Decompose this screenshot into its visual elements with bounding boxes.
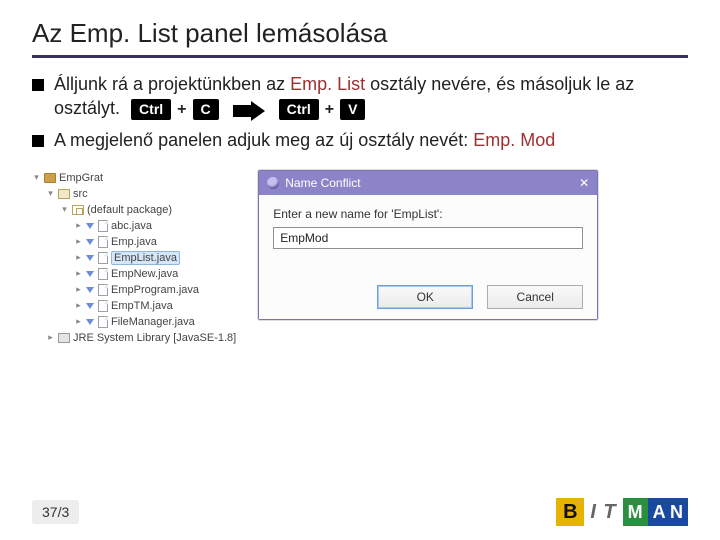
cancel-button[interactable]: Cancel [487,285,583,309]
key-ctrl-1: Ctrl [131,99,171,120]
tree-file-label: Emp.java [111,236,157,248]
java-file-icon [98,220,108,232]
bullet-marker [32,135,44,147]
tree-library[interactable]: ▸ JRE System Library [JavaSE-1.8] [32,330,236,346]
chevron-down-icon [86,303,94,309]
library-icon [58,333,70,343]
chevron-down-icon [86,319,94,325]
java-file-icon [98,300,108,312]
project-tree: ▾ EmpGrat ▾ src ▾ (default package) ▸abc… [32,170,236,346]
package-icon [72,205,84,215]
plus-2: + [323,99,336,121]
chevron-down-icon [86,255,94,261]
chevron-down-icon [86,287,94,293]
tree-package-label: (default package) [87,204,172,216]
key-c: C [193,99,219,120]
tree-file-label: EmpNew.java [111,268,178,280]
eclipse-icon [267,177,279,189]
tree-file[interactable]: ▸EmpNew.java [32,266,236,282]
bullet-2-class: Emp. Mod [473,130,555,150]
page-number: 37/3 [32,500,79,524]
tree-src[interactable]: ▾ src [32,186,236,202]
close-icon[interactable]: ✕ [579,176,589,190]
java-file-icon [98,252,108,264]
bullet-1: Álljunk rá a projektünkben az Emp. List … [32,72,688,122]
tree-file[interactable]: ▸EmpTM.java [32,298,236,314]
chevron-down-icon [86,239,94,245]
logo-it: I T [584,501,622,524]
tree-file-label: FileManager.java [111,316,195,328]
java-file-icon [98,268,108,280]
tree-file-label: abc.java [111,220,152,232]
tree-package[interactable]: ▾ (default package) [32,202,236,218]
tree-file[interactable]: ▸EmpList.java [32,250,236,266]
bullet-1-class: Emp. List [290,74,365,94]
java-file-icon [98,284,108,296]
tree-file[interactable]: ▸Emp.java [32,234,236,250]
logo-an: A N [648,498,688,526]
dialog-prompt: Enter a new name for 'EmpList': [273,207,583,221]
project-icon [44,173,56,183]
java-file-icon [98,236,108,248]
chevron-down-icon [86,223,94,229]
bullet-2: A megjelenő panelen adjuk meg az új oszt… [32,128,688,152]
tree-file-label: EmpTM.java [111,300,173,312]
logo-b: B [556,498,584,526]
key-v: V [340,99,365,120]
bullet-1-text-a: Álljunk rá a projektünkben az [54,74,290,94]
slide-title: Az Emp. List panel lemásolása [32,18,688,49]
bullet-marker [32,79,44,91]
tree-src-label: src [73,188,88,200]
bullet-list: Álljunk rá a projektünkben az Emp. List … [32,72,688,152]
folder-icon [58,189,70,199]
tree-library-label: JRE System Library [JavaSE-1.8] [73,332,236,344]
name-conflict-dialog: Name Conflict ✕ Enter a new name for 'Em… [258,170,598,320]
tree-project[interactable]: ▾ EmpGrat [32,170,236,186]
plus-1: + [175,99,188,121]
title-rule [32,55,688,58]
ok-button[interactable]: OK [377,285,473,309]
tree-file-label: EmpList.java [111,251,180,265]
key-ctrl-2: Ctrl [279,99,319,120]
chevron-down-icon [86,271,94,277]
tree-file[interactable]: ▸FileManager.java [32,314,236,330]
tree-file[interactable]: ▸abc.java [32,218,236,234]
new-name-input[interactable] [273,227,583,249]
java-file-icon [98,316,108,328]
logo-m: M [623,498,648,526]
arrow-right-icon [233,97,265,121]
bullet-2-text: A megjelenő panelen adjuk meg az új oszt… [54,130,473,150]
tree-project-label: EmpGrat [59,172,103,184]
tree-file-label: EmpProgram.java [111,284,199,296]
tree-file[interactable]: ▸EmpProgram.java [32,282,236,298]
dialog-title: Name Conflict [285,176,360,190]
bitman-logo: B I T M A N [556,498,688,526]
shortcut-group: Ctrl + C Ctrl + V [131,97,365,121]
dialog-titlebar[interactable]: Name Conflict ✕ [259,171,597,195]
